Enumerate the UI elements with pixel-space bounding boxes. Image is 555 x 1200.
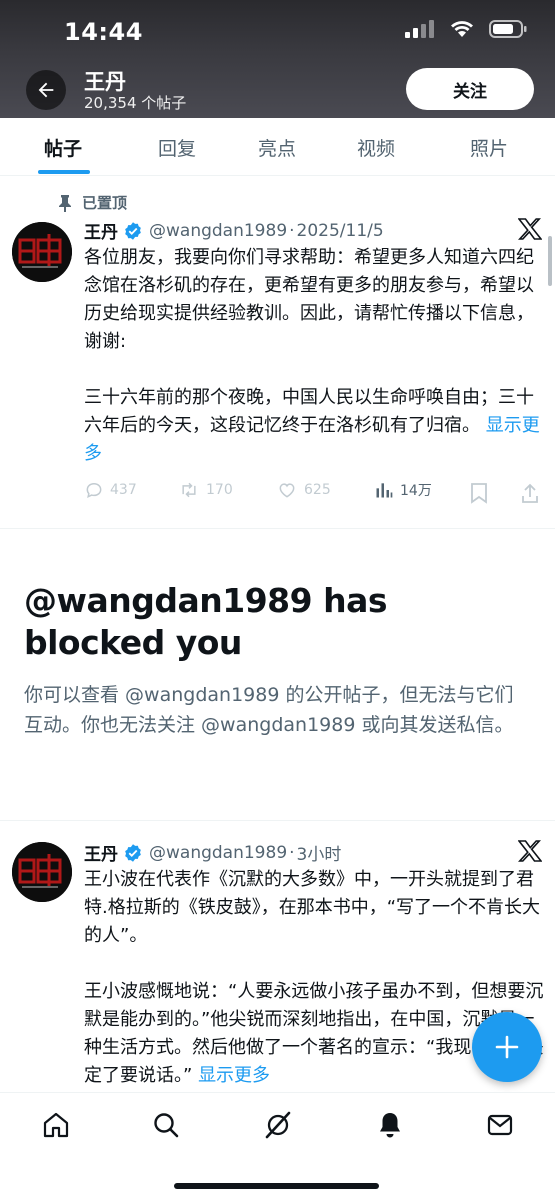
avatar[interactable] xyxy=(12,842,72,902)
avatar-image xyxy=(12,842,72,902)
repost-count: 170 xyxy=(206,482,233,498)
verified-badge-icon xyxy=(125,843,141,862)
tweet-paragraph: 三十六年前的那个夜晚，中国人民以生命呼唤自由；三十六年后的今天，这段记忆终于在洛… xyxy=(84,387,534,436)
tweet-time[interactable]: 2025/11/5 xyxy=(297,221,384,241)
share-icon[interactable] xyxy=(520,482,540,504)
tab-photos[interactable]: 照片 xyxy=(470,134,508,161)
blocked-description: 你可以查看 @wangdan1989 的公开帖子，但无法与它们互动。你也无法关注… xyxy=(24,684,514,736)
reply-icon xyxy=(86,482,102,498)
battery-icon xyxy=(489,20,527,38)
pinned-text: 已置顶 xyxy=(82,194,128,212)
signal-icon xyxy=(405,20,434,38)
reply-count: 437 xyxy=(110,482,137,498)
compose-button[interactable] xyxy=(472,1012,542,1082)
wifi-icon xyxy=(451,21,473,37)
x-logo-icon xyxy=(518,218,542,240)
tab-videos[interactable]: 视频 xyxy=(357,134,395,161)
pinned-label: 已置顶 xyxy=(58,192,127,213)
tweet-time[interactable]: 3小时 xyxy=(297,840,342,865)
tweet-header: 王丹 @wangdan1989 · 2025/11/5 xyxy=(84,218,384,244)
views-button[interactable]: 14万 xyxy=(374,480,432,500)
status-time: 14:44 xyxy=(64,18,143,46)
nav-messages[interactable] xyxy=(482,1107,518,1143)
reply-button[interactable]: 437 xyxy=(84,480,137,500)
avatar-image xyxy=(12,222,72,282)
tweet-handle[interactable]: @wangdan1989 xyxy=(149,843,287,863)
tweet-header: 王丹 @wangdan1989 · 3小时 xyxy=(84,840,342,866)
tweet-paragraph: 各位朋友，我要向你们寻求帮助：希望更多人知道六四纪念馆在洛杉矶的存在，更希望有更… xyxy=(84,247,534,352)
back-button[interactable] xyxy=(26,70,66,110)
analytics-icon xyxy=(376,483,393,498)
like-button[interactable]: 625 xyxy=(276,480,331,500)
x-logo-icon xyxy=(518,840,542,862)
heart-icon xyxy=(279,483,295,498)
home-icon xyxy=(43,1112,69,1138)
status-icons xyxy=(405,20,527,38)
tweet-separator: · xyxy=(289,842,295,863)
verified-badge-icon xyxy=(125,221,141,240)
scrollbar[interactable] xyxy=(548,236,552,286)
profile-tabs: 帖子 回复 亮点 视频 照片 xyxy=(0,118,555,176)
nav-home[interactable] xyxy=(38,1107,74,1143)
tweet-separator: · xyxy=(289,220,295,241)
grok-icon xyxy=(265,1111,291,1139)
avatar[interactable] xyxy=(12,222,72,282)
profile-header: 14:44 王丹 20,354 个帖子 关注 xyxy=(0,0,555,118)
bell-icon xyxy=(380,1113,400,1138)
tweet-handle[interactable]: @wangdan1989 xyxy=(149,221,287,241)
tab-posts[interactable]: 帖子 xyxy=(44,134,82,161)
bookmark-icon[interactable] xyxy=(470,482,488,504)
bottom-nav xyxy=(0,1092,555,1200)
tweet-author-name[interactable]: 王丹 xyxy=(84,840,118,865)
repost-button[interactable]: 170 xyxy=(178,480,233,500)
repost-icon xyxy=(182,482,196,498)
tweet-text: 各位朋友，我要向你们寻求帮助：希望更多人知道六四纪念馆在洛杉矶的存在，更希望有更… xyxy=(84,244,544,468)
mail-icon xyxy=(487,1114,513,1136)
tab-indicator xyxy=(38,170,90,174)
tab-highlights[interactable]: 亮点 xyxy=(258,134,296,161)
nav-notifications[interactable] xyxy=(372,1107,408,1143)
arrow-left-icon xyxy=(38,82,54,98)
tweet-actions: 437 170 625 14万 xyxy=(84,480,544,508)
show-more-link[interactable]: 显示更多 xyxy=(198,1065,270,1086)
blocked-title: @wangdan1989 has blocked you xyxy=(24,581,388,662)
nav-grok[interactable] xyxy=(260,1107,296,1143)
post-count: 20,354 个帖子 xyxy=(84,94,187,112)
tab-replies[interactable]: 回复 xyxy=(158,134,196,161)
divider xyxy=(0,528,555,529)
follow-button[interactable]: 关注 xyxy=(406,68,534,110)
nav-search[interactable] xyxy=(148,1107,184,1143)
search-icon xyxy=(154,1113,179,1138)
plus-icon xyxy=(495,1035,519,1059)
home-indicator xyxy=(174,1183,379,1189)
tweet-paragraph: 王小波在代表作《沉默的大多数》中，一开头就提到了君特.格拉斯的《铁皮鼓》，在那本… xyxy=(84,869,541,946)
view-count: 14万 xyxy=(400,483,432,499)
pin-icon xyxy=(59,194,71,212)
divider xyxy=(0,820,555,821)
tweet-author-name[interactable]: 王丹 xyxy=(84,218,118,243)
like-count: 625 xyxy=(304,482,331,498)
